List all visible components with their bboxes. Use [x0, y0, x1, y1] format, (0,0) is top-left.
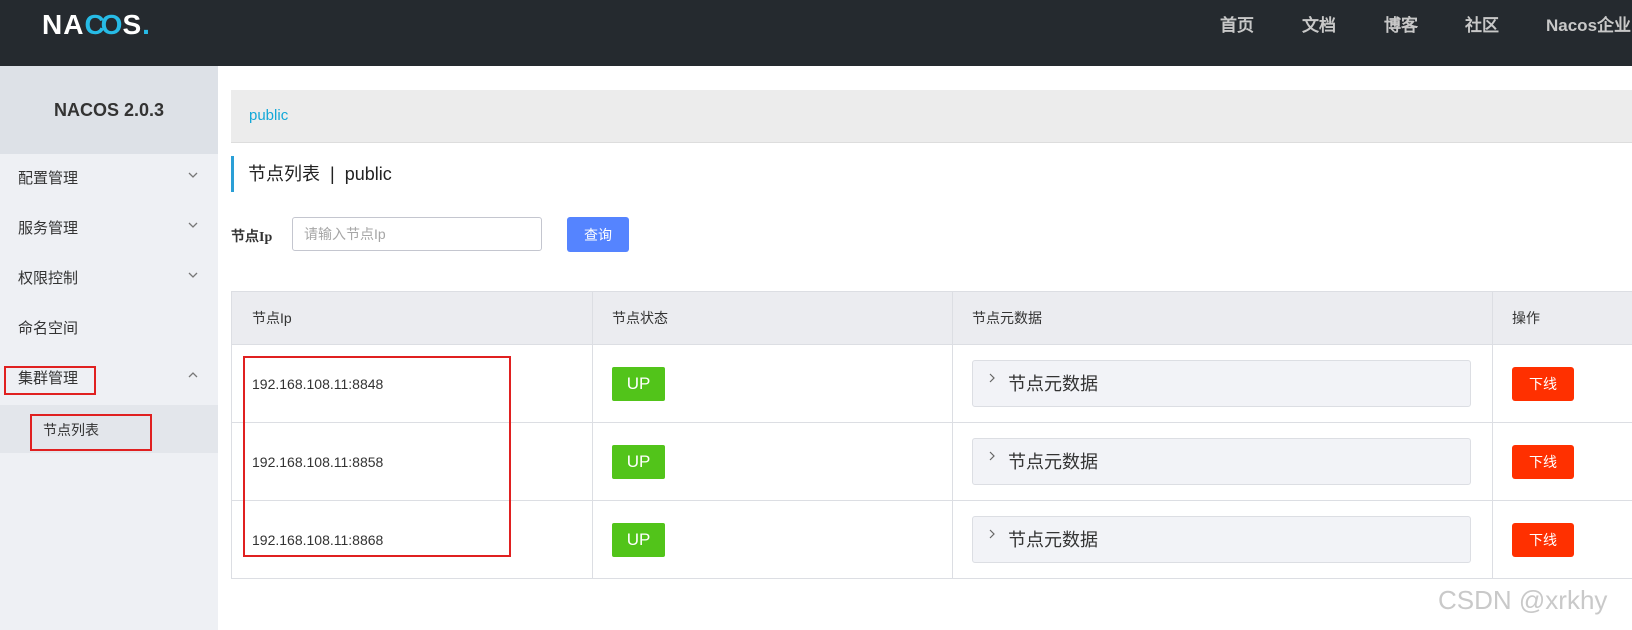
breadcrumb: public [231, 90, 1632, 143]
status-cell: UP [592, 423, 952, 500]
nav-docs[interactable]: 文档 [1302, 14, 1336, 38]
status-cell: UP [592, 345, 952, 422]
column-divider [1492, 292, 1493, 578]
nav-community[interactable]: 社区 [1465, 14, 1499, 38]
chevron-up-icon [186, 369, 200, 383]
status-badge: UP [612, 523, 665, 557]
column-header-metadata: 节点元数据 [972, 310, 1042, 326]
status-badge: UP [612, 367, 665, 401]
action-cell: 下线 [1492, 501, 1632, 578]
sidebar-item-permission[interactable]: 权限控制 [0, 255, 218, 303]
nav-blog[interactable]: 博客 [1384, 14, 1418, 38]
sidebar-item-service[interactable]: 服务管理 [0, 205, 218, 253]
sidebar-item-label: 权限控制 [18, 270, 79, 287]
offline-button[interactable]: 下线 [1512, 367, 1574, 401]
metadata-cell: 节点元数据 [952, 423, 1492, 500]
metadata-collapse[interactable]: 节点元数据 [972, 516, 1471, 563]
highlight-box-cluster [4, 366, 96, 395]
highlight-box-node-list [30, 414, 152, 451]
watermark: CSDN @xrkhy [1438, 585, 1608, 615]
column-divider [952, 292, 953, 578]
metadata-cell: 节点元数据 [952, 345, 1492, 422]
node-table: 节点Ip 节点状态 节点元数据 操作 192.168.108.11:8848 U… [231, 291, 1632, 579]
status-cell: UP [592, 501, 952, 578]
highlight-box-ips [243, 356, 511, 557]
sidebar-item-namespace[interactable]: 命名空间 [0, 305, 218, 353]
page-title-text: 节点列表 [248, 164, 320, 184]
offline-button[interactable]: 下线 [1512, 523, 1574, 557]
sidebar-item-label: 命名空间 [18, 320, 79, 337]
nacos-logo[interactable]: NACO S. [42, 8, 151, 42]
logo-oo: CO [84, 9, 122, 40]
top-header: NACO S. 首页 文档 博客 社区 Nacos企业 [0, 0, 1632, 66]
column-header-action: 操作 [1512, 310, 1540, 326]
column-header-ip: 节点Ip [252, 310, 292, 326]
logo-tail: S [122, 9, 143, 40]
sidebar-item-label: 配置管理 [18, 170, 79, 187]
metadata-label: 节点元数据 [1008, 374, 1098, 394]
breadcrumb-namespace[interactable]: public [249, 107, 288, 125]
sidebar-item-config[interactable]: 配置管理 [0, 155, 218, 203]
node-ip-label: 节点Ip [231, 230, 273, 245]
node-ip-input[interactable] [292, 217, 542, 251]
page-title: 节点列表 | public [231, 156, 392, 192]
logo-dot: . [142, 9, 151, 40]
sidebar-item-label: 服务管理 [18, 220, 79, 237]
query-button[interactable]: 查询 [567, 217, 629, 252]
column-divider [592, 292, 593, 578]
offline-button[interactable]: 下线 [1512, 445, 1574, 479]
metadata-label: 节点元数据 [1008, 452, 1098, 472]
table-header: 节点Ip 节点状态 节点元数据 操作 [232, 292, 1632, 345]
nav-enterprise[interactable]: Nacos企业 [1546, 14, 1631, 38]
chevron-down-icon [186, 169, 200, 183]
logo-text: NA [42, 9, 85, 40]
nav-home[interactable]: 首页 [1220, 14, 1254, 38]
sidebar: NACOS 2.0.3 配置管理 服务管理 权限控制 命名空间 集群管理 节点列… [0, 66, 218, 630]
chevron-right-icon [987, 371, 997, 389]
status-badge: UP [612, 445, 665, 479]
action-cell: 下线 [1492, 423, 1632, 500]
chevron-right-icon [987, 527, 997, 545]
page-title-separator: | [330, 164, 335, 184]
metadata-label: 节点元数据 [1008, 530, 1098, 550]
metadata-collapse[interactable]: 节点元数据 [972, 438, 1471, 485]
metadata-collapse[interactable]: 节点元数据 [972, 360, 1471, 407]
column-header-status: 节点状态 [612, 310, 668, 326]
metadata-cell: 节点元数据 [952, 501, 1492, 578]
chevron-right-icon [987, 449, 997, 467]
page-title-namespace: public [344, 164, 392, 184]
chevron-down-icon [186, 269, 200, 283]
version-label: NACOS 2.0.3 [0, 66, 218, 154]
chevron-down-icon [186, 219, 200, 233]
action-cell: 下线 [1492, 345, 1632, 422]
